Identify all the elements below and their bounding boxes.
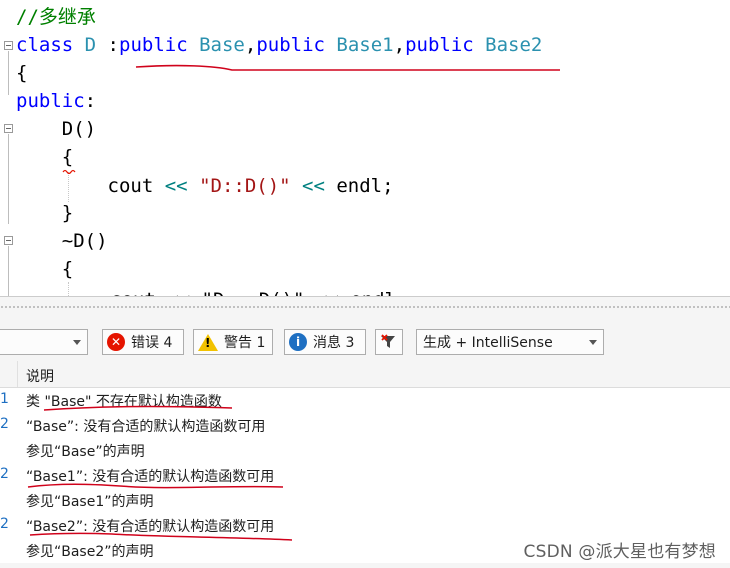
warnings-filter-label: 警告 1 bbox=[224, 335, 266, 351]
error-list-row[interactable]: 参见“Base1”的声明 bbox=[0, 488, 730, 513]
fold-guide bbox=[8, 134, 9, 224]
code-token: cout bbox=[16, 175, 165, 197]
code-token: D bbox=[84, 34, 97, 56]
row-code: 1 bbox=[0, 391, 9, 407]
row-description: “Base2”: 没有合适的默认构造函数可用 bbox=[26, 519, 275, 535]
column-header-description[interactable]: 说明 bbox=[26, 366, 54, 386]
code-token: public bbox=[119, 34, 188, 56]
code-token: //多继承 bbox=[16, 6, 96, 28]
code-line: cout << "D::D()" << endl; bbox=[16, 172, 394, 200]
code-token: public bbox=[256, 34, 325, 56]
column-separator[interactable] bbox=[17, 361, 18, 387]
fold-toggle-constructor[interactable] bbox=[4, 124, 13, 133]
code-token: { bbox=[16, 62, 28, 84]
code-token: public bbox=[16, 90, 85, 112]
code-token: { bbox=[16, 258, 74, 280]
row-code: 2 bbox=[0, 516, 9, 532]
scope-dropdown[interactable] bbox=[0, 329, 88, 355]
code-line: class D :public Base,public Base1,public… bbox=[16, 31, 542, 59]
code-line: ~D() bbox=[16, 227, 108, 255]
code-token: class bbox=[16, 34, 74, 56]
code-token: Base1 bbox=[336, 34, 394, 56]
chevron-down-icon bbox=[589, 340, 597, 345]
code-line: { bbox=[16, 59, 27, 87]
code-line: { bbox=[16, 143, 73, 171]
error-list-panel: ✕ 错误 4 ! 警告 1 i 消息 3 生成 + IntelliSense 说… bbox=[0, 296, 730, 568]
row-description: 参见“Base2”的声明 bbox=[26, 544, 154, 560]
error-list-header: 说明 bbox=[0, 361, 730, 388]
warning-icon: ! bbox=[198, 333, 218, 351]
error-list-toolbar: ✕ 错误 4 ! 警告 1 i 消息 3 生成 + IntelliSense bbox=[0, 327, 730, 357]
panel-drag-grip[interactable] bbox=[0, 305, 730, 310]
code-token: "D::D()" bbox=[199, 175, 291, 197]
code-editor[interactable]: //多继承 class D :public Base,public Base1,p… bbox=[0, 0, 730, 296]
build-source-value: 生成 + IntelliSense bbox=[423, 335, 553, 351]
code-line: D() bbox=[16, 115, 96, 143]
code-token: Base2 bbox=[485, 34, 543, 56]
error-list-row[interactable]: 1 类 "Base" 不存在默认构造函数 bbox=[0, 388, 730, 413]
fold-toggle-class[interactable] bbox=[4, 41, 13, 50]
code-line-partial: cout << "D::~D()" << endl; bbox=[0, 286, 730, 296]
code-token: ~D() bbox=[16, 230, 108, 252]
messages-filter-label: 消息 3 bbox=[313, 335, 355, 351]
warnings-filter-button[interactable]: ! 警告 1 bbox=[193, 329, 273, 355]
code-token: endl; bbox=[324, 175, 394, 197]
row-description: 参见“Base”的声明 bbox=[26, 444, 145, 460]
clear-filter-button[interactable] bbox=[375, 329, 403, 355]
code-token: : bbox=[96, 34, 119, 56]
fold-guide bbox=[8, 51, 9, 95]
fold-toggle-destructor[interactable] bbox=[4, 236, 13, 245]
code-line: public: bbox=[16, 87, 96, 115]
warning-glyph: ! bbox=[205, 335, 211, 350]
errors-filter-label: 错误 4 bbox=[131, 335, 173, 351]
error-list-row[interactable]: 2 “Base”: 没有合适的默认构造函数可用 bbox=[0, 413, 730, 438]
row-description: “Base”: 没有合适的默认构造函数可用 bbox=[26, 419, 266, 435]
code-token: public bbox=[405, 34, 474, 56]
row-description: “Base1”: 没有合适的默认构造函数可用 bbox=[26, 469, 275, 485]
code-token: { bbox=[16, 146, 74, 168]
watermark: CSDN @派大星也有梦想 bbox=[523, 542, 716, 562]
code-token: } bbox=[16, 202, 74, 224]
code-line: //多继承 bbox=[16, 3, 96, 31]
row-code: 2 bbox=[0, 466, 9, 482]
error-icon: ✕ bbox=[107, 333, 125, 351]
code-token: , bbox=[244, 34, 257, 56]
build-source-dropdown[interactable]: 生成 + IntelliSense bbox=[416, 329, 604, 355]
code-token: : bbox=[84, 90, 97, 112]
code-token: D() bbox=[16, 118, 97, 140]
code-token: << bbox=[302, 175, 325, 197]
code-token: Base bbox=[199, 34, 245, 56]
code-token: , bbox=[393, 34, 406, 56]
code-line: { bbox=[16, 255, 73, 283]
chevron-down-icon bbox=[73, 340, 81, 345]
row-description: 参见“Base1”的声明 bbox=[26, 494, 154, 510]
error-list-row[interactable]: 参见“Base”的声明 bbox=[0, 438, 730, 463]
code-token: << bbox=[164, 175, 188, 197]
messages-filter-button[interactable]: i 消息 3 bbox=[284, 329, 366, 355]
code-line: } bbox=[16, 199, 73, 227]
clear-filter-icon bbox=[381, 334, 395, 348]
row-description: 类 "Base" 不存在默认构造函数 bbox=[26, 394, 222, 410]
errors-filter-button[interactable]: ✕ 错误 4 bbox=[102, 329, 184, 355]
error-list-row[interactable]: 2 “Base1”: 没有合适的默认构造函数可用 bbox=[0, 463, 730, 488]
row-code: 2 bbox=[0, 416, 9, 432]
info-icon: i bbox=[289, 333, 307, 351]
code-line-partial-text: cout << "D::~D()" << endl; bbox=[110, 286, 407, 296]
error-list-row[interactable]: 2 “Base2”: 没有合适的默认构造函数可用 bbox=[0, 513, 730, 538]
